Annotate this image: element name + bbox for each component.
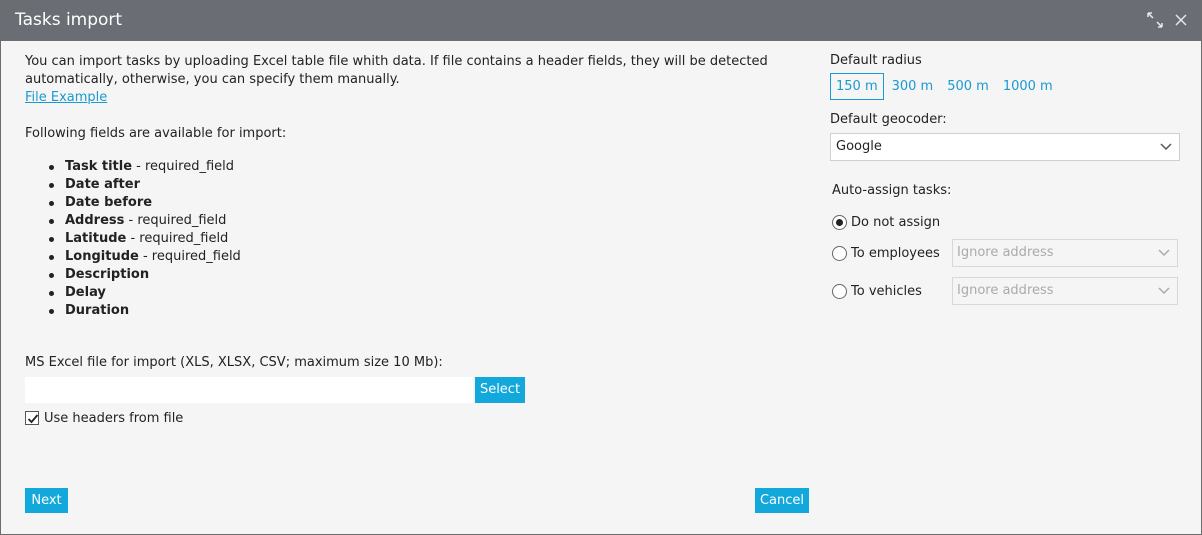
dialog-title: Tasks import xyxy=(15,10,123,30)
assign-option-none[interactable]: Do not assign xyxy=(832,213,940,231)
title-bar: Tasks import xyxy=(1,1,1201,41)
fields-list: Task title - required_field Date after D… xyxy=(47,158,241,320)
file-label: MS Excel file for import (XLS, XLSX, CSV… xyxy=(25,355,443,370)
use-headers-checkbox[interactable] xyxy=(25,411,39,425)
maximize-icon[interactable] xyxy=(1146,11,1164,29)
list-item: Task title - required_field xyxy=(47,158,241,176)
intro-text: You can import tasks by uploading Excel … xyxy=(25,54,768,87)
chevron-down-icon xyxy=(1158,249,1170,257)
list-item: Description xyxy=(47,266,241,284)
list-item: Date before xyxy=(47,194,241,212)
select-file-button[interactable]: Select xyxy=(475,377,525,403)
next-button[interactable]: Next xyxy=(25,488,68,513)
geocoder-label: Default geocoder: xyxy=(830,112,947,127)
chevron-down-icon xyxy=(1158,287,1170,295)
vehicles-address-select[interactable]: Ignore address xyxy=(952,277,1178,305)
geocoder-select[interactable]: Google xyxy=(830,133,1180,161)
radius-option-150[interactable]: 150 m xyxy=(830,73,884,100)
radio-to-employees[interactable] xyxy=(832,245,847,261)
radio-to-vehicles[interactable] xyxy=(832,283,847,299)
file-path-input[interactable] xyxy=(25,377,473,403)
list-item: Latitude - required_field xyxy=(47,230,241,248)
close-icon[interactable] xyxy=(1172,11,1190,29)
list-item: Address - required_field xyxy=(47,212,241,230)
radio-do-not-assign[interactable] xyxy=(832,214,847,230)
radius-label: Default radius xyxy=(830,53,922,68)
radio-label: Do not assign xyxy=(851,214,941,230)
radius-option-300[interactable]: 300 m xyxy=(886,73,940,100)
use-headers-row[interactable]: Use headers from file xyxy=(25,410,183,426)
employees-address-value: Ignore address xyxy=(957,245,1054,260)
radius-option-1000[interactable]: 1000 m xyxy=(997,73,1059,100)
radius-option-500[interactable]: 500 m xyxy=(941,73,995,100)
use-headers-label: Use headers from file xyxy=(44,410,184,426)
tasks-import-dialog: Tasks import You can import tasks by upl… xyxy=(0,0,1202,535)
fields-title: Following fields are available for impor… xyxy=(25,126,287,141)
list-item: Longitude - required_field xyxy=(47,248,241,266)
cancel-button[interactable]: Cancel xyxy=(755,488,809,513)
geocoder-value: Google xyxy=(836,139,882,154)
list-item: Delay xyxy=(47,284,241,302)
list-item: Date after xyxy=(47,176,241,194)
list-item: Duration xyxy=(47,302,241,320)
vehicles-address-value: Ignore address xyxy=(957,283,1054,298)
radio-label: To vehicles xyxy=(851,283,922,299)
radius-options: 150 m 300 m 500 m 1000 m xyxy=(830,73,1061,100)
radio-label: To employees xyxy=(851,245,940,261)
employees-address-select[interactable]: Ignore address xyxy=(952,239,1178,267)
intro-text-block: You can import tasks by uploading Excel … xyxy=(25,53,815,107)
assign-option-vehicles[interactable]: To vehicles xyxy=(832,282,922,300)
assign-option-employees[interactable]: To employees xyxy=(832,244,940,262)
auto-assign-label: Auto-assign tasks: xyxy=(832,183,952,198)
file-example-link[interactable]: File Example xyxy=(25,90,107,105)
chevron-down-icon xyxy=(1160,143,1172,151)
